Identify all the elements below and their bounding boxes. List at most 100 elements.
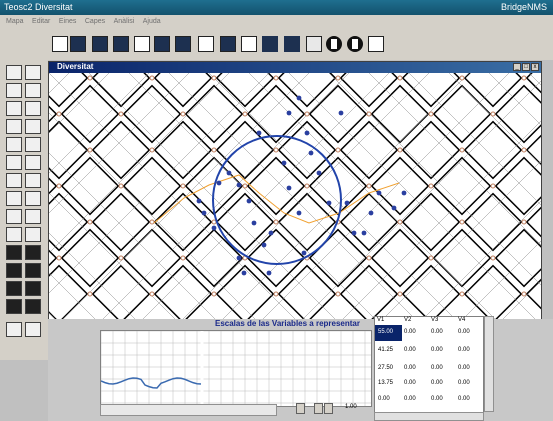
move-icon[interactable] bbox=[6, 227, 22, 242]
info-icon[interactable] bbox=[326, 36, 342, 52]
map-canvas[interactable] bbox=[49, 73, 541, 320]
node bbox=[87, 75, 93, 81]
center-icon[interactable] bbox=[6, 119, 22, 134]
grid-cell[interactable]: 0.00 bbox=[404, 365, 416, 371]
grid-header: V2 bbox=[404, 317, 412, 323]
node bbox=[211, 75, 217, 81]
menu-item-capes[interactable]: Capes bbox=[85, 18, 105, 25]
delete-icon[interactable] bbox=[25, 155, 41, 170]
grid-cell[interactable]: 0.00 bbox=[431, 347, 443, 353]
cross-icon[interactable] bbox=[25, 209, 41, 224]
info-tool-icon[interactable] bbox=[25, 263, 41, 278]
grid-cell[interactable]: 41.25 bbox=[378, 347, 393, 353]
menu-item-eines[interactable]: Eines bbox=[59, 18, 77, 25]
node bbox=[149, 75, 155, 81]
layer-icon-2[interactable] bbox=[25, 245, 41, 260]
grid-cell[interactable]: 13.75 bbox=[378, 380, 393, 386]
printer-icon[interactable] bbox=[306, 36, 322, 52]
buffer-icon[interactable] bbox=[6, 263, 22, 278]
scatter-icon[interactable] bbox=[25, 322, 41, 337]
butterfly-icon[interactable] bbox=[262, 36, 278, 52]
grid-cell[interactable]: 27.50 bbox=[378, 365, 393, 371]
node bbox=[397, 291, 403, 297]
grid-cell[interactable]: 0.00 bbox=[458, 396, 470, 402]
window-icon[interactable] bbox=[70, 36, 86, 52]
line-icon[interactable] bbox=[25, 137, 41, 152]
grid-cell[interactable]: 0.00 bbox=[458, 380, 470, 386]
node bbox=[87, 291, 93, 297]
grid-cell[interactable]: 0.00 bbox=[378, 396, 390, 402]
sample-point bbox=[216, 180, 222, 186]
pattern-icon[interactable] bbox=[198, 36, 214, 52]
grid-cell[interactable]: 0.00 bbox=[458, 347, 470, 353]
grid-cell[interactable]: 0.00 bbox=[404, 380, 416, 386]
rotate-icon[interactable] bbox=[6, 191, 22, 206]
sample-point bbox=[351, 230, 357, 236]
maximize-icon[interactable]: □ bbox=[522, 63, 530, 71]
move-icon-2[interactable] bbox=[25, 227, 41, 242]
chart-scrollbar[interactable] bbox=[100, 404, 277, 416]
close-icon[interactable]: x bbox=[531, 63, 539, 71]
grid-cell[interactable]: 0.00 bbox=[431, 380, 443, 386]
draw-line-icon[interactable] bbox=[6, 322, 22, 337]
butterfly-icon-2[interactable] bbox=[284, 36, 300, 52]
menu-item-ajuda[interactable]: Ajuda bbox=[143, 18, 161, 25]
measure-icon-2[interactable] bbox=[25, 299, 41, 314]
measure-icon[interactable] bbox=[6, 299, 22, 314]
export-icon[interactable] bbox=[368, 36, 384, 52]
scroll-right-icon[interactable] bbox=[296, 403, 305, 414]
menu-item-analisi[interactable]: Anàlisi bbox=[114, 18, 135, 25]
sample-point bbox=[296, 210, 302, 216]
table-icon[interactable] bbox=[154, 36, 170, 52]
help-icon[interactable] bbox=[347, 36, 363, 52]
sample-point bbox=[268, 230, 274, 236]
zoom-out-icon[interactable] bbox=[25, 65, 41, 80]
zoom-in-icon[interactable] bbox=[6, 65, 22, 80]
grid-cell[interactable]: 0.00 bbox=[458, 365, 470, 371]
grid-cell[interactable]: 0.00 bbox=[431, 396, 443, 402]
grid-cell[interactable]: 0.00 bbox=[431, 329, 443, 335]
point-icon[interactable] bbox=[6, 137, 22, 152]
frame-icon[interactable] bbox=[25, 83, 41, 98]
grid-cell[interactable]: 0.00 bbox=[404, 329, 416, 335]
copy-icon[interactable] bbox=[6, 281, 22, 296]
node bbox=[304, 183, 310, 189]
window-icon-2[interactable] bbox=[92, 36, 108, 52]
node bbox=[366, 111, 372, 117]
grid-vertical-scrollbar[interactable] bbox=[484, 316, 494, 412]
target-icon[interactable] bbox=[6, 101, 22, 116]
map-icon[interactable] bbox=[134, 36, 150, 52]
node bbox=[149, 147, 155, 153]
sample-point bbox=[338, 110, 344, 116]
grid-cell[interactable]: 0.00 bbox=[404, 347, 416, 353]
minimize-icon[interactable]: _ bbox=[513, 63, 521, 71]
sample-point bbox=[361, 230, 367, 236]
save-icon[interactable] bbox=[25, 101, 41, 116]
grid-cell[interactable]: 0.00 bbox=[458, 329, 470, 335]
hand-icon[interactable] bbox=[6, 173, 22, 188]
pan-icon[interactable] bbox=[25, 119, 41, 134]
menu-item-mapa[interactable]: Mapa bbox=[6, 18, 24, 25]
grid-cell[interactable]: 0.00 bbox=[431, 365, 443, 371]
grid-cell[interactable]: 0.00 bbox=[404, 396, 416, 402]
grid-cell[interactable]: 55.00 bbox=[378, 329, 393, 335]
scroll-left-icon[interactable] bbox=[314, 403, 323, 414]
grid-icon[interactable] bbox=[241, 36, 257, 52]
cursor-icon[interactable] bbox=[6, 155, 22, 170]
node bbox=[335, 291, 341, 297]
scroll-right-icon-2[interactable] bbox=[324, 403, 333, 414]
rotate-icon-2[interactable] bbox=[25, 191, 41, 206]
arrow-icon[interactable] bbox=[25, 173, 41, 188]
node bbox=[242, 183, 248, 189]
layer-icon[interactable] bbox=[6, 245, 22, 260]
edit-icon[interactable] bbox=[6, 209, 22, 224]
select-icon[interactable] bbox=[6, 83, 22, 98]
doc-icon[interactable] bbox=[52, 36, 68, 52]
chart-icon[interactable] bbox=[113, 36, 129, 52]
menu-item-editar[interactable]: Editar bbox=[32, 18, 50, 25]
tool-icon[interactable] bbox=[175, 36, 191, 52]
grid-horizontal-scrollbar[interactable] bbox=[374, 412, 484, 421]
values-grid: V1 V2 V3 V4 55.00 0.00 0.00 0.00 41.25 0… bbox=[374, 316, 484, 414]
paste-icon[interactable] bbox=[25, 281, 41, 296]
film-icon[interactable] bbox=[220, 36, 236, 52]
